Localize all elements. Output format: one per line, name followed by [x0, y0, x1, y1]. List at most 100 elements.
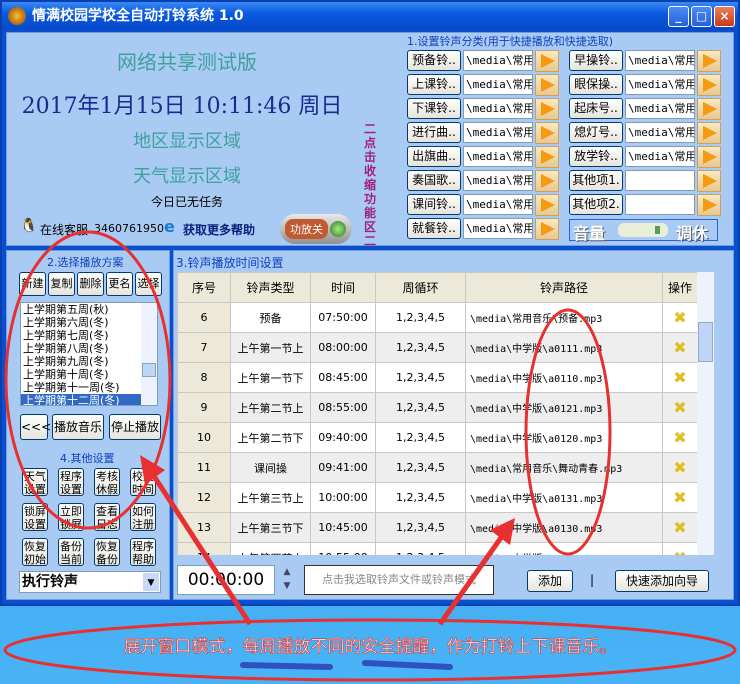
edit-tools-icon[interactable]: ✖: [673, 458, 686, 477]
bell-category-button[interactable]: 早操铃..: [569, 50, 623, 71]
bell-category-button[interactable]: 放学铃..: [569, 146, 623, 167]
edit-tools-icon[interactable]: ✖: [673, 308, 686, 327]
play-icon[interactable]: [535, 50, 559, 72]
bell-path-field[interactable]: \media\常用音乐: [463, 98, 533, 119]
plan-list-item[interactable]: 上学期第五周(秋): [21, 303, 143, 316]
volume-slider[interactable]: [618, 223, 668, 237]
bell-path-field[interactable]: \media\常用音乐: [463, 218, 533, 239]
settings-button[interactable]: 如何注册: [130, 503, 156, 531]
back-button[interactable]: <<<: [20, 414, 51, 440]
edit-tools-icon[interactable]: ✖: [673, 548, 686, 555]
table-row[interactable]: 10 上午第二节下 09:40:00 1,2,3,4,5 \media\中学版\a012…: [177, 422, 698, 453]
settings-button[interactable]: 恢复备份: [94, 538, 120, 566]
bell-category-button[interactable]: 其他项2.: [569, 194, 623, 215]
plan-list-item[interactable]: 上学期第十一周(冬): [21, 381, 143, 394]
settings-button[interactable]: 天气设置: [22, 468, 48, 496]
plan-list-item[interactable]: 上学期第十周(冬): [21, 368, 143, 381]
plan-list-item[interactable]: 上学期第六周(冬): [21, 316, 143, 329]
table-row[interactable]: 11 课间操 09:41:00 1,2,3,4,5 \media\常用音乐\舞动青春.m…: [177, 452, 698, 483]
bell-path-field[interactable]: \media\常用音乐: [463, 74, 533, 95]
bell-path-field[interactable]: \media\常用音乐: [463, 146, 533, 167]
settings-button[interactable]: 锁屏设置: [22, 503, 48, 531]
settings-button[interactable]: 恢复初始: [22, 538, 48, 566]
table-row[interactable]: 14上午第四节上10:55:001,2,3,4,5\media\中学版\a014…: [177, 542, 698, 555]
edit-tools-icon[interactable]: ✖: [673, 518, 686, 537]
bell-category-button[interactable]: 课间铃..: [407, 194, 461, 215]
rest-button[interactable]: 调休: [676, 220, 708, 244]
quick-add-wizard-button[interactable]: 快速添加向导: [615, 570, 709, 592]
plan-button-2[interactable]: 删除: [77, 272, 104, 296]
bell-category-button[interactable]: 出旗曲..: [407, 146, 461, 167]
minimize-button[interactable]: _: [668, 6, 689, 27]
play-icon[interactable]: [697, 194, 721, 216]
bell-path-field[interactable]: \media\常用音乐: [625, 98, 695, 119]
table-scrollbar-thumb[interactable]: [698, 322, 713, 362]
bell-path-field[interactable]: [625, 170, 695, 191]
add-button[interactable]: 添加: [527, 570, 573, 592]
play-icon[interactable]: [697, 146, 721, 168]
plan-list[interactable]: 上学期第五周(秋) 上学期第六周(冬) 上学期第七周(冬) 上学期第八周(冬) 上学期第…: [20, 302, 158, 406]
bell-category-button[interactable]: 起床号..: [569, 98, 623, 119]
bell-path-field[interactable]: \media\常用音乐: [463, 50, 533, 71]
plan-list-item[interactable]: 上学期第七周(冬): [21, 329, 143, 342]
play-icon[interactable]: [697, 122, 721, 144]
bell-path-field[interactable]: \media\常用音乐: [625, 50, 695, 71]
bell-category-button[interactable]: 就餐铃..: [407, 218, 461, 239]
play-icon[interactable]: [697, 50, 721, 72]
play-icon[interactable]: [535, 146, 559, 168]
volume-slider-thumb[interactable]: [655, 226, 661, 234]
bell-path-field[interactable]: [625, 194, 695, 215]
edit-tools-icon[interactable]: ✖: [673, 338, 686, 357]
bell-path-field[interactable]: \media\常用音乐: [625, 122, 695, 143]
play-icon[interactable]: [535, 74, 559, 96]
play-music-button[interactable]: 播放音乐: [52, 414, 104, 440]
edit-tools-icon[interactable]: ✖: [673, 398, 686, 417]
settings-button[interactable]: 校正时间: [130, 468, 156, 496]
play-icon[interactable]: [535, 170, 559, 192]
file-picker-input[interactable]: 点击我选取铃声文件或铃声模式: [304, 565, 494, 595]
settings-button[interactable]: 程序设置: [58, 468, 84, 496]
bell-category-button[interactable]: 上课铃..: [407, 74, 461, 95]
play-icon[interactable]: [697, 170, 721, 192]
plan-list-item[interactable]: 上学期第十二周(冬): [21, 394, 143, 405]
chevron-down-icon[interactable]: ▼: [143, 573, 159, 591]
bell-category-button[interactable]: 奏国歌..: [407, 170, 461, 191]
play-icon[interactable]: [697, 98, 721, 120]
plan-list-scrollbar[interactable]: [141, 303, 157, 405]
settings-button[interactable]: 考核休假: [94, 468, 120, 496]
plan-button-4[interactable]: 选择: [135, 272, 162, 296]
bell-path-field[interactable]: \media\常用音乐: [463, 122, 533, 143]
help-link[interactable]: 获取更多帮助: [183, 221, 255, 238]
play-icon[interactable]: [535, 218, 559, 240]
close-button[interactable]: ×: [714, 6, 735, 27]
stop-play-button[interactable]: 停止播放: [109, 414, 161, 440]
edit-tools-icon[interactable]: ✖: [673, 428, 686, 447]
table-row[interactable]: 8 上午第一节下 08:45:00 1,2,3,4,5 \media\中学版\a0110…: [177, 362, 698, 393]
settings-button[interactable]: 立即锁屏: [58, 503, 84, 531]
support-qq[interactable]: 3460761950: [94, 222, 164, 235]
table-row[interactable]: 13 上午第三节下 10:45:00 1,2,3,4,5 \media\中学版\a013…: [177, 512, 698, 543]
table-row[interactable]: 12 上午第三节上 10:00:00 1,2,3,4,5 \media\中学版\a013…: [177, 482, 698, 513]
time-spinner[interactable]: ▲ ▼: [278, 565, 296, 595]
time-input[interactable]: 00:00:00: [177, 565, 275, 595]
plan-button-3[interactable]: 更名: [106, 272, 133, 296]
bell-path-field[interactable]: \media\常用音乐: [625, 146, 695, 167]
settings-button[interactable]: 查看日志: [94, 503, 120, 531]
bell-category-button[interactable]: 眼保操..: [569, 74, 623, 95]
edit-tools-icon[interactable]: ✖: [673, 488, 686, 507]
play-icon[interactable]: [535, 98, 559, 120]
table-row[interactable]: 6 预备 07:50:00 1,2,3,4,5 \media\常用音乐\预备.mp3 ✖: [177, 302, 698, 333]
bell-path-field[interactable]: \media\常用音乐: [463, 194, 533, 215]
table-row[interactable]: 9 上午第二节上 08:55:00 1,2,3,4,5 \media\中学版\a0121…: [177, 392, 698, 423]
plan-list-item[interactable]: 上学期第九周(冬): [21, 355, 143, 368]
collapse-toggle[interactable]: 二点击收缩功能区二: [364, 122, 378, 248]
play-icon[interactable]: [697, 74, 721, 96]
bell-category-button[interactable]: 预备铃..: [407, 50, 461, 71]
maximize-button[interactable]: □: [691, 6, 712, 27]
bell-category-button[interactable]: 其他项1.: [569, 170, 623, 191]
table-scrollbar[interactable]: [697, 272, 714, 555]
table-row[interactable]: 7 上午第一节上 08:00:00 1,2,3,4,5 \media\中学版\a0111…: [177, 332, 698, 363]
action-select[interactable]: 执行铃声 ▼: [19, 571, 161, 593]
play-icon[interactable]: [535, 122, 559, 144]
bell-category-button[interactable]: 下课铃..: [407, 98, 461, 119]
